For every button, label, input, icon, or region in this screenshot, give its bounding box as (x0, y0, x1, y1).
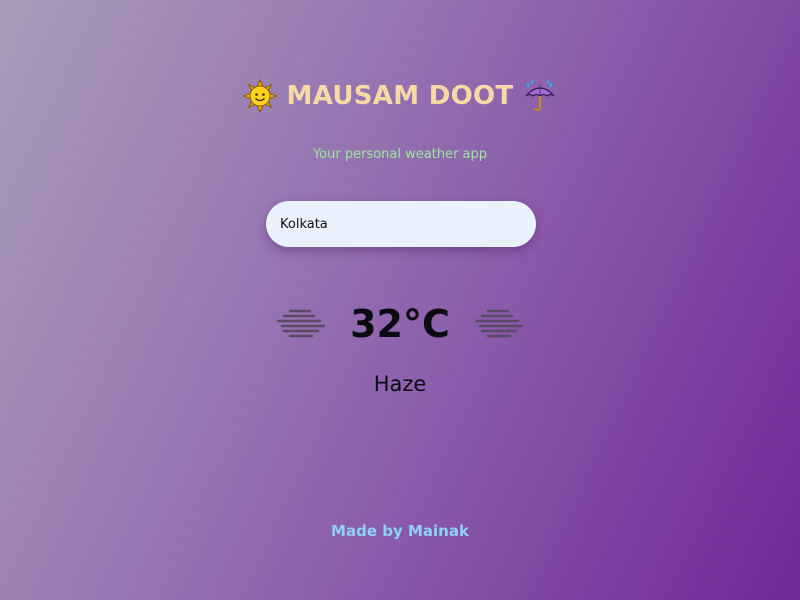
haze-icon (276, 309, 326, 338)
haze-icon (474, 309, 524, 338)
temperature-value: 32°C (350, 302, 450, 346)
app-header: MAUSAM DOOT (0, 76, 800, 116)
city-search-input[interactable] (266, 201, 536, 247)
sun-face-icon (242, 79, 277, 113)
weather-condition: Haze (373, 372, 427, 396)
weather-summary: 32°C (0, 296, 800, 352)
footer-credit: Made by Mainak (331, 522, 469, 540)
umbrella-rain-icon (526, 79, 555, 112)
app-subtitle: Your personal weather app (312, 147, 488, 162)
app-title: MAUSAM DOOT (286, 81, 514, 111)
